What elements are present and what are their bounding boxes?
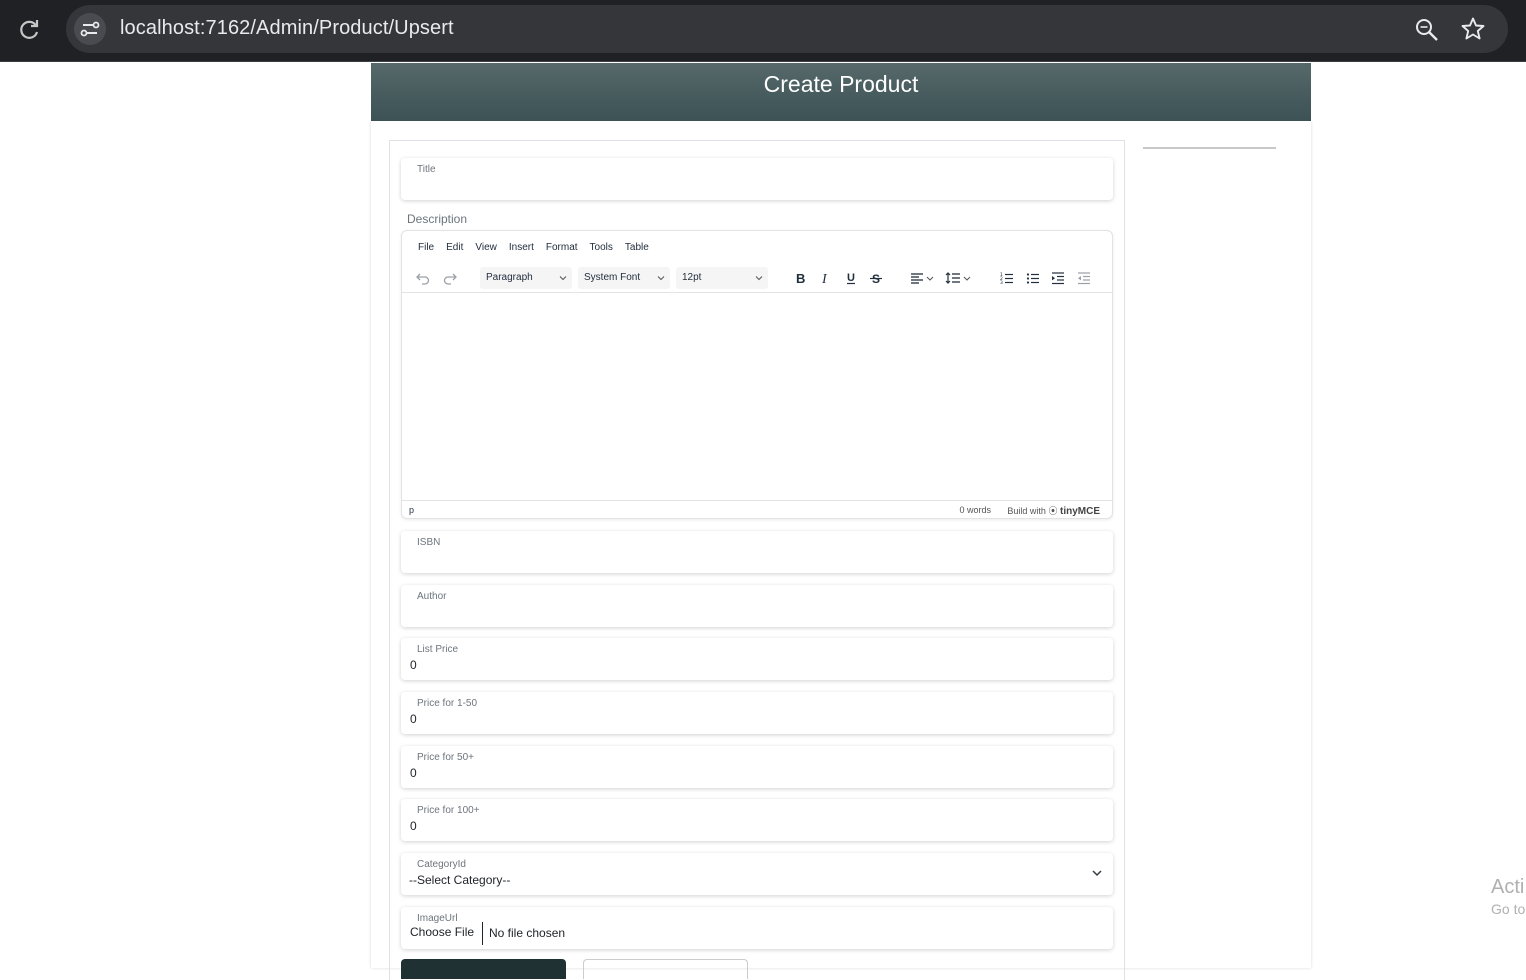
menu-format[interactable]: Format	[546, 242, 578, 253]
price-1-50-label: Price for 1-50	[417, 698, 478, 709]
block-format-value: Paragraph	[486, 272, 533, 283]
element-path[interactable]: p	[409, 505, 414, 515]
url-text[interactable]: localhost:7162/Admin/Product/Upsert	[120, 17, 454, 40]
back-to-list-button[interactable]	[583, 959, 748, 979]
price-50-label: Price for 50+	[417, 752, 474, 763]
underline-icon[interactable]: U	[842, 269, 860, 287]
description-editor[interactable]: File Edit View Insert Format Tools Table…	[401, 230, 1113, 519]
chevron-down-icon	[755, 276, 763, 281]
menu-tools[interactable]: Tools	[590, 242, 613, 253]
italic-icon[interactable]: I	[816, 269, 834, 287]
price-100-field[interactable]: Price for 100+ 0	[401, 799, 1113, 841]
choose-file-button[interactable]: Choose File	[403, 922, 484, 945]
tinymce-brand-text: tinyMCE	[1060, 506, 1100, 517]
price-50-input[interactable]: 0	[410, 766, 417, 780]
outdent-icon[interactable]	[1075, 269, 1093, 287]
category-label: CategoryId	[417, 859, 466, 870]
list-price-input[interactable]: 0	[410, 658, 417, 672]
line-height-icon[interactable]	[945, 269, 975, 287]
editor-content-area[interactable]	[402, 294, 1112, 500]
bullet-list-icon[interactable]	[1024, 269, 1042, 287]
browser-toolbar: localhost:7162/Admin/Product/Upsert	[0, 0, 1526, 62]
editor-menubar: File Edit View Insert Format Tools Table	[418, 242, 661, 253]
word-count[interactable]: 0 words	[959, 505, 991, 515]
svg-text:I: I	[821, 272, 828, 285]
menu-edit[interactable]: Edit	[446, 242, 463, 253]
svg-text:3: 3	[1000, 280, 1003, 285]
chevron-down-icon	[657, 276, 665, 281]
bookmark-star-icon[interactable]	[1460, 16, 1486, 42]
block-format-select[interactable]: Paragraph	[480, 267, 572, 289]
redo-icon[interactable]	[441, 269, 459, 287]
card-header: Create Product	[371, 63, 1311, 121]
category-selected-value[interactable]: --Select Category--	[409, 873, 510, 887]
undo-icon[interactable]	[414, 269, 432, 287]
editor-statusbar: p 0 words Build with ⦿ tinyMCE	[402, 500, 1112, 518]
file-status-text: No file chosen	[489, 926, 566, 940]
price-1-50-input[interactable]: 0	[410, 712, 417, 726]
author-field[interactable]: Author	[401, 585, 1113, 627]
site-settings-icon[interactable]	[74, 13, 106, 45]
price-100-input[interactable]: 0	[410, 819, 417, 833]
zoom-icon[interactable]	[1414, 17, 1440, 43]
font-family-select[interactable]: System Font	[578, 267, 670, 289]
indent-icon[interactable]	[1049, 269, 1067, 287]
tinymce-logo-icon: ⦿	[1048, 506, 1058, 516]
menu-insert[interactable]: Insert	[509, 242, 534, 253]
strikethrough-icon[interactable]: S	[867, 269, 885, 287]
chevron-down-icon	[559, 276, 567, 281]
image-upload-field[interactable]: ImageUrl Choose File No file chosen	[401, 907, 1113, 949]
price-50-field[interactable]: Price for 50+ 0	[401, 746, 1113, 788]
font-family-value: System Font	[584, 272, 641, 283]
menu-view[interactable]: View	[475, 242, 497, 253]
menu-file[interactable]: File	[418, 242, 434, 253]
svg-text:U: U	[847, 272, 855, 284]
author-label: Author	[417, 591, 447, 602]
align-left-icon[interactable]	[909, 269, 939, 287]
price-1-50-field[interactable]: Price for 1-50 0	[401, 692, 1113, 734]
font-size-value: 12pt	[682, 272, 702, 283]
isbn-field[interactable]: ISBN	[401, 531, 1113, 573]
watermark-line1: Acti	[1491, 876, 1525, 898]
build-with-text: Build with	[1007, 506, 1046, 516]
font-size-select[interactable]: 12pt	[676, 267, 768, 289]
create-button[interactable]	[401, 959, 566, 979]
title-label: Title	[417, 164, 436, 175]
numbered-list-icon[interactable]: 123	[998, 269, 1016, 287]
svg-text:B: B	[796, 271, 805, 285]
bold-icon[interactable]: B	[791, 269, 809, 287]
category-select[interactable]: CategoryId --Select Category--	[401, 853, 1113, 895]
list-price-label: List Price	[417, 644, 459, 655]
menu-table[interactable]: Table	[625, 242, 649, 253]
tinymce-branding[interactable]: Build with ⦿ tinyMCE	[1007, 504, 1100, 517]
address-bar[interactable]: localhost:7162/Admin/Product/Upsert	[66, 5, 1508, 53]
price-100-label: Price for 100+	[417, 805, 480, 816]
list-price-field[interactable]: List Price 0	[401, 638, 1113, 680]
watermark-line2: Go to	[1491, 901, 1526, 917]
reload-icon[interactable]	[15, 16, 43, 44]
page-title: Create Product	[763, 71, 919, 97]
activation-watermark: Acti Go to	[1491, 876, 1525, 920]
description-label: Description	[407, 212, 468, 226]
chevron-down-icon	[1092, 870, 1102, 877]
image-preview-divider	[1143, 147, 1276, 149]
editor-toolbar: Paragraph System Font 12pt B I U S 1 2 3	[402, 263, 1112, 293]
isbn-label: ISBN	[417, 537, 441, 548]
title-field[interactable]: Title	[401, 158, 1113, 200]
